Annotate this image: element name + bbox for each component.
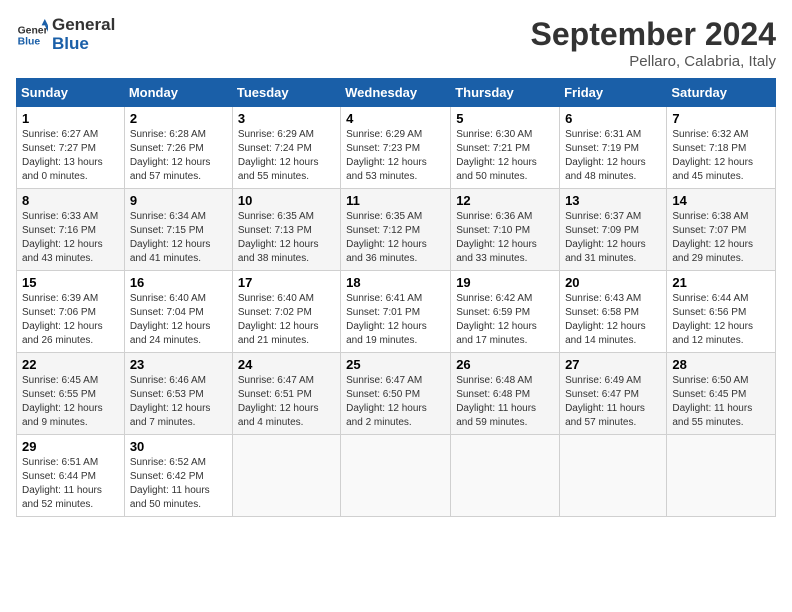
- svg-text:General: General: [18, 25, 48, 36]
- svg-text:Blue: Blue: [18, 36, 41, 47]
- table-row: 28Sunrise: 6:50 AM Sunset: 6:45 PM Dayli…: [667, 353, 776, 435]
- table-row: 19Sunrise: 6:42 AM Sunset: 6:59 PM Dayli…: [451, 271, 560, 353]
- table-row: 21Sunrise: 6:44 AM Sunset: 6:56 PM Dayli…: [667, 271, 776, 353]
- header-thursday: Thursday: [451, 79, 560, 107]
- logo-line2: Blue: [52, 35, 115, 54]
- location-subtitle: Pellaro, Calabria, Italy: [531, 53, 776, 70]
- table-row: 24Sunrise: 6:47 AM Sunset: 6:51 PM Dayli…: [232, 353, 340, 435]
- table-row: 12Sunrise: 6:36 AM Sunset: 7:10 PM Dayli…: [451, 189, 560, 271]
- table-row: 16Sunrise: 6:40 AM Sunset: 7:04 PM Dayli…: [124, 271, 232, 353]
- table-row: 29Sunrise: 6:51 AM Sunset: 6:44 PM Dayli…: [17, 435, 125, 517]
- table-row: 13Sunrise: 6:37 AM Sunset: 7:09 PM Dayli…: [560, 189, 667, 271]
- table-row: 1Sunrise: 6:27 AM Sunset: 7:27 PM Daylig…: [17, 107, 125, 189]
- week-row-3: 22Sunrise: 6:45 AM Sunset: 6:55 PM Dayli…: [17, 353, 776, 435]
- table-row: [667, 435, 776, 517]
- table-row: 9Sunrise: 6:34 AM Sunset: 7:15 PM Daylig…: [124, 189, 232, 271]
- table-row: 3Sunrise: 6:29 AM Sunset: 7:24 PM Daylig…: [232, 107, 340, 189]
- table-row: 23Sunrise: 6:46 AM Sunset: 6:53 PM Dayli…: [124, 353, 232, 435]
- table-row: 5Sunrise: 6:30 AM Sunset: 7:21 PM Daylig…: [451, 107, 560, 189]
- table-row: 15Sunrise: 6:39 AM Sunset: 7:06 PM Dayli…: [17, 271, 125, 353]
- table-row: 4Sunrise: 6:29 AM Sunset: 7:23 PM Daylig…: [341, 107, 451, 189]
- table-row: 6Sunrise: 6:31 AM Sunset: 7:19 PM Daylig…: [560, 107, 667, 189]
- calendar-header-row: Sunday Monday Tuesday Wednesday Thursday…: [17, 79, 776, 107]
- table-row: 10Sunrise: 6:35 AM Sunset: 7:13 PM Dayli…: [232, 189, 340, 271]
- table-row: 17Sunrise: 6:40 AM Sunset: 7:02 PM Dayli…: [232, 271, 340, 353]
- week-row-2: 15Sunrise: 6:39 AM Sunset: 7:06 PM Dayli…: [17, 271, 776, 353]
- week-row-1: 8Sunrise: 6:33 AM Sunset: 7:16 PM Daylig…: [17, 189, 776, 271]
- table-row: 30Sunrise: 6:52 AM Sunset: 6:42 PM Dayli…: [124, 435, 232, 517]
- table-row: [560, 435, 667, 517]
- table-row: [232, 435, 340, 517]
- table-row: 27Sunrise: 6:49 AM Sunset: 6:47 PM Dayli…: [560, 353, 667, 435]
- week-row-4: 29Sunrise: 6:51 AM Sunset: 6:44 PM Dayli…: [17, 435, 776, 517]
- table-row: 11Sunrise: 6:35 AM Sunset: 7:12 PM Dayli…: [341, 189, 451, 271]
- table-row: 25Sunrise: 6:47 AM Sunset: 6:50 PM Dayli…: [341, 353, 451, 435]
- header-monday: Monday: [124, 79, 232, 107]
- table-row: 7Sunrise: 6:32 AM Sunset: 7:18 PM Daylig…: [667, 107, 776, 189]
- header-friday: Friday: [560, 79, 667, 107]
- header-saturday: Saturday: [667, 79, 776, 107]
- logo: General Blue General Blue: [16, 16, 115, 53]
- header-wednesday: Wednesday: [341, 79, 451, 107]
- page-header: General Blue General Blue September 2024…: [16, 16, 776, 70]
- table-row: 8Sunrise: 6:33 AM Sunset: 7:16 PM Daylig…: [17, 189, 125, 271]
- header-sunday: Sunday: [17, 79, 125, 107]
- table-row: 26Sunrise: 6:48 AM Sunset: 6:48 PM Dayli…: [451, 353, 560, 435]
- header-tuesday: Tuesday: [232, 79, 340, 107]
- week-row-0: 1Sunrise: 6:27 AM Sunset: 7:27 PM Daylig…: [17, 107, 776, 189]
- table-row: 14Sunrise: 6:38 AM Sunset: 7:07 PM Dayli…: [667, 189, 776, 271]
- month-title: September 2024: [531, 16, 776, 53]
- table-row: 22Sunrise: 6:45 AM Sunset: 6:55 PM Dayli…: [17, 353, 125, 435]
- table-row: 2Sunrise: 6:28 AM Sunset: 7:26 PM Daylig…: [124, 107, 232, 189]
- table-row: [451, 435, 560, 517]
- logo-line1: General: [52, 16, 115, 35]
- title-block: September 2024 Pellaro, Calabria, Italy: [531, 16, 776, 70]
- calendar-table: Sunday Monday Tuesday Wednesday Thursday…: [16, 78, 776, 517]
- table-row: 20Sunrise: 6:43 AM Sunset: 6:58 PM Dayli…: [560, 271, 667, 353]
- logo-icon: General Blue: [16, 19, 48, 51]
- table-row: 18Sunrise: 6:41 AM Sunset: 7:01 PM Dayli…: [341, 271, 451, 353]
- table-row: [341, 435, 451, 517]
